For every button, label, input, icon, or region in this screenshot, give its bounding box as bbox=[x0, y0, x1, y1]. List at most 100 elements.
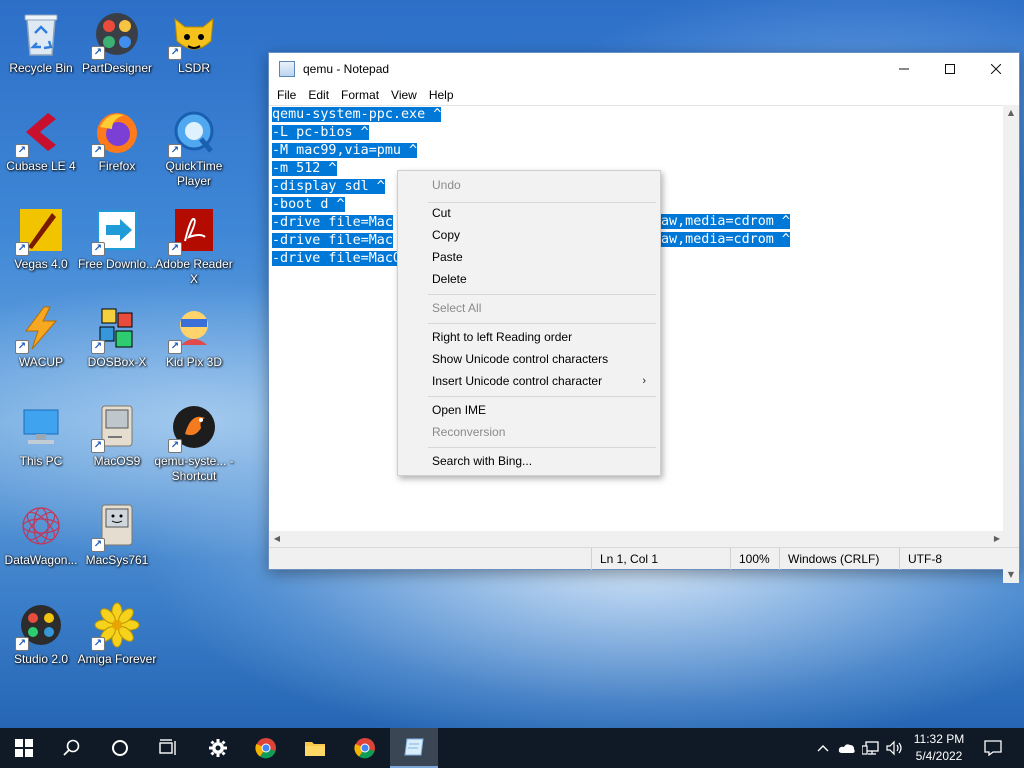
notification-icon bbox=[984, 740, 1002, 756]
show-hidden-icons-button[interactable] bbox=[814, 728, 832, 768]
horizontal-scrollbar[interactable]: ◀ ▶ bbox=[269, 531, 1005, 547]
desktop-icon-label: Amiga Forever bbox=[77, 652, 157, 666]
shortcut-arrow-icon: ↗ bbox=[168, 340, 182, 354]
free-download-icon[interactable]: ↗ Free Downlo... bbox=[76, 202, 158, 290]
qemu-graphic: ↗ bbox=[168, 403, 218, 453]
shortcut-arrow-icon: ↗ bbox=[168, 242, 182, 256]
settings-taskbar-button[interactable] bbox=[194, 728, 242, 768]
shortcut-arrow-icon: ↗ bbox=[15, 340, 29, 354]
desktop-icon-label: DOSBox-X bbox=[87, 355, 147, 369]
datawagon-icon[interactable]: DataWagon... bbox=[0, 498, 82, 586]
chrome-taskbar-button[interactable] bbox=[242, 728, 290, 768]
macsys761-icon[interactable]: ↗ MacSys761 bbox=[76, 498, 158, 586]
search-button[interactable] bbox=[48, 728, 96, 768]
shortcut-arrow-icon: ↗ bbox=[91, 637, 105, 651]
text-line: -L pc-bios ^ bbox=[272, 125, 369, 140]
file-explorer-taskbar-button[interactable] bbox=[291, 728, 339, 768]
wacup-graphic: ↗ bbox=[15, 304, 65, 354]
macos9-icon[interactable]: ↗ MacOS9 bbox=[76, 399, 158, 487]
desktop-icon-label: MacSys761 bbox=[85, 553, 149, 567]
menu-item-cut[interactable]: Cut bbox=[400, 202, 658, 224]
action-center-button[interactable] bbox=[978, 728, 1008, 768]
line-endings: Windows (CRLF) bbox=[779, 548, 899, 570]
maximize-button[interactable] bbox=[927, 53, 973, 85]
menu-item-insert-unicode-label: Insert Unicode control character bbox=[432, 374, 603, 388]
onedrive-tray-button[interactable] bbox=[836, 728, 858, 768]
studio-icon[interactable]: ↗ Studio 2.0 bbox=[0, 597, 82, 685]
desktop-icon-label: WACUP bbox=[18, 355, 64, 369]
menu-item-paste[interactable]: Paste bbox=[400, 246, 658, 268]
firefox-graphic: ↗ bbox=[91, 108, 141, 158]
vegas-icon[interactable]: ↗ Vegas 4.0 bbox=[0, 202, 82, 290]
menu-help[interactable]: Help bbox=[423, 85, 460, 105]
menu-view[interactable]: View bbox=[385, 85, 423, 105]
scroll-left-icon[interactable]: ◀ bbox=[269, 531, 285, 547]
start-button[interactable] bbox=[0, 728, 48, 768]
cubase-icon[interactable]: ↗ Cubase LE 4 bbox=[0, 104, 82, 192]
submenu-arrow-icon: › bbox=[642, 375, 646, 387]
menu-item-insert-unicode[interactable]: Insert Unicode control character › bbox=[400, 370, 658, 392]
menu-item-show-unicode[interactable]: Show Unicode control characters bbox=[400, 348, 658, 370]
wacup-icon[interactable]: ↗ WACUP bbox=[0, 300, 82, 388]
chrome-icon bbox=[255, 738, 276, 759]
shortcut-arrow-icon: ↗ bbox=[168, 46, 182, 60]
clock-time: 11:32 PM bbox=[913, 732, 965, 746]
shortcut-arrow-icon: ↗ bbox=[91, 46, 105, 60]
recycle-bin-icon[interactable]: Recycle Bin bbox=[0, 6, 82, 94]
firefox-icon[interactable]: ↗ Firefox bbox=[76, 104, 158, 192]
menu-file[interactable]: File bbox=[271, 85, 302, 105]
menu-item-undo[interactable]: Undo bbox=[400, 174, 658, 196]
this-pc-icon[interactable]: This PC bbox=[0, 399, 82, 487]
minimize-button[interactable] bbox=[881, 53, 927, 85]
text-line-tail: aw,media=cdrom ^ bbox=[661, 232, 790, 247]
recycle-bin-graphic bbox=[17, 10, 65, 58]
desktop-icon-label: Kid Pix 3D bbox=[165, 355, 223, 369]
menu-format[interactable]: Format bbox=[335, 85, 385, 105]
lsdr-icon[interactable]: ↗ LSDR bbox=[153, 6, 235, 94]
chrome-taskbar-button-2[interactable] bbox=[341, 728, 389, 768]
desktop-icon-label: QuickTime Player bbox=[165, 159, 223, 188]
network-tray-button[interactable] bbox=[860, 728, 882, 768]
menu-item-copy[interactable]: Copy bbox=[400, 224, 658, 246]
menu-item-reconversion[interactable]: Reconversion bbox=[400, 421, 658, 443]
this-pc-graphic bbox=[17, 403, 65, 451]
quicktime-icon[interactable]: ↗ QuickTime Player bbox=[153, 104, 235, 192]
shortcut-arrow-icon: ↗ bbox=[91, 242, 105, 256]
clock[interactable]: 11:32 PM 5/4/2022 bbox=[906, 731, 972, 765]
notepad-taskbar-button[interactable] bbox=[390, 728, 438, 768]
amiga-forever-icon[interactable]: ↗ Amiga Forever bbox=[76, 597, 158, 685]
status-bar: Ln 1, Col 1 100% Windows (CRLF) UTF-8 bbox=[269, 547, 1019, 570]
adobe-reader-icon[interactable]: ↗ Adobe Reader X bbox=[153, 202, 235, 290]
desktop-icon-label: Adobe Reader X bbox=[155, 257, 233, 286]
menu-item-delete[interactable]: Delete bbox=[400, 268, 658, 290]
partdesigner-icon[interactable]: ↗ PartDesigner bbox=[76, 6, 158, 94]
desktop-icon-label: Vegas 4.0 bbox=[14, 257, 68, 271]
dosbox-x-graphic: ↗ bbox=[91, 304, 141, 354]
shortcut-arrow-icon: ↗ bbox=[15, 144, 29, 158]
qemu-shortcut-icon[interactable]: ↗ qemu-syste... - Shortcut bbox=[153, 399, 235, 487]
menu-item-open-ime[interactable]: Open IME bbox=[400, 399, 658, 421]
cortana-button[interactable] bbox=[96, 728, 144, 768]
network-icon bbox=[862, 741, 879, 755]
close-button[interactable] bbox=[973, 53, 1019, 85]
menu-item-search-bing[interactable]: Search with Bing... bbox=[400, 450, 658, 472]
cursor-position: Ln 1, Col 1 bbox=[591, 548, 731, 570]
menu-item-rtl-reading-order[interactable]: Right to left Reading order bbox=[400, 326, 658, 348]
kid-pix-icon[interactable]: ↗ Kid Pix 3D bbox=[153, 300, 235, 388]
clock-date: 5/4/2022 bbox=[915, 749, 963, 763]
volume-tray-button[interactable] bbox=[884, 728, 906, 768]
dosbox-x-icon[interactable]: ↗ DOSBox-X bbox=[76, 300, 158, 388]
vertical-scrollbar[interactable]: ▲ ▼ bbox=[1003, 105, 1019, 583]
menu-item-select-all[interactable]: Select All bbox=[400, 297, 658, 319]
scrollbar-corner bbox=[1003, 531, 1019, 547]
scroll-up-icon[interactable]: ▲ bbox=[1003, 105, 1019, 121]
macos9-graphic: ↗ bbox=[91, 403, 141, 453]
shortcut-arrow-icon: ↗ bbox=[168, 144, 182, 158]
cortana-icon bbox=[112, 740, 128, 756]
task-view-button[interactable] bbox=[144, 728, 192, 768]
folder-icon bbox=[305, 742, 325, 756]
desktop-icon-label: qemu-syste... - Shortcut bbox=[154, 454, 234, 483]
menu-edit[interactable]: Edit bbox=[302, 85, 335, 105]
menu-separator bbox=[428, 294, 656, 295]
title-bar[interactable]: qemu - Notepad bbox=[269, 53, 1019, 85]
